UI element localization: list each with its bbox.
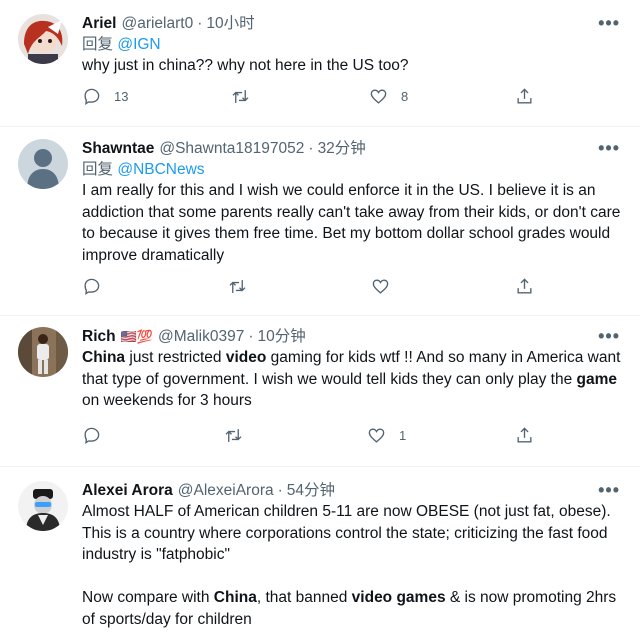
tweet-text-part: on weekends for 3 hours xyxy=(82,392,252,409)
like-icon xyxy=(372,278,389,294)
user-handle[interactable]: @AlexeiArora xyxy=(178,481,274,501)
retweet-icon xyxy=(232,89,249,103)
tweet[interactable]: Shawntae @Shawnta18197052 · 32分钟 回复 @NBC… xyxy=(0,127,640,316)
tweet-text-part: just restricted xyxy=(125,349,226,366)
tweet-text: China just restricted video gaming for k… xyxy=(82,347,628,412)
display-name[interactable]: Rich xyxy=(82,327,116,347)
share-icon xyxy=(517,87,532,104)
more-icon[interactable]: ••• xyxy=(598,327,620,345)
tweet-header: Alexei Arora @AlexeiArora · 54分钟 xyxy=(82,481,628,501)
tweet-text-part: I am really for this and I wish we could… xyxy=(82,182,621,264)
share-icon xyxy=(517,426,532,443)
tweet[interactable]: Ariel @arielart0 · 10小时 回复 @IGN why just… xyxy=(0,0,640,127)
tweet-text: why just in china?? why not here in the … xyxy=(82,55,628,77)
reply-button[interactable]: 13 xyxy=(82,87,128,106)
retweet-button[interactable] xyxy=(228,277,260,296)
user-handle[interactable]: @arielart0 xyxy=(121,14,193,34)
like-icon xyxy=(368,427,385,443)
like-button[interactable] xyxy=(371,277,403,296)
tweet-feed: Ariel @arielart0 · 10小时 回复 @IGN why just… xyxy=(0,0,640,637)
user-handle[interactable]: @Malik0397 xyxy=(158,327,244,347)
tweet-header: Ariel @arielart0 · 10小时 xyxy=(82,14,628,34)
tweet-paragraph: Almost HALF of American children 5-11 ar… xyxy=(82,503,611,563)
reply-mention-link[interactable]: @NBCNews xyxy=(117,161,204,178)
name-emoji: 🇺🇸💯 xyxy=(120,329,153,344)
tweet-text-part: why just in china?? why not here in the … xyxy=(82,57,409,74)
separator: · xyxy=(277,482,283,499)
tweet-paragraph: Now compare with China, that banned vide… xyxy=(82,587,628,630)
reply-label: 回复 xyxy=(82,36,114,53)
like-count: 1 xyxy=(399,427,407,443)
tweet-header: Shawntae @Shawnta18197052 · 32分钟 xyxy=(82,139,628,159)
retweet-button[interactable] xyxy=(231,87,263,106)
retweet-button[interactable] xyxy=(224,426,256,445)
timestamp[interactable]: 32分钟 xyxy=(318,139,366,159)
more-icon[interactable]: ••• xyxy=(598,481,620,499)
timestamp[interactable]: 10小时 xyxy=(206,14,254,34)
timestamp[interactable]: 54分钟 xyxy=(287,481,335,501)
tweet[interactable]: Alexei Arora @AlexeiArora · 54分钟 Almost … xyxy=(0,467,640,637)
like-button[interactable]: 8 xyxy=(369,87,408,106)
share-icon xyxy=(517,277,532,294)
like-icon xyxy=(370,88,387,104)
share-button[interactable] xyxy=(515,87,534,106)
highlight-term: video xyxy=(225,349,267,366)
user-handle[interactable]: @Shawnta18197052 xyxy=(159,139,304,159)
reply-count: 13 xyxy=(114,88,129,104)
separator: · xyxy=(308,140,314,157)
timestamp[interactable]: 10分钟 xyxy=(258,327,306,347)
separator: · xyxy=(197,15,203,32)
reply-icon xyxy=(84,88,100,105)
tweet-header: Rich 🇺🇸💯 @Malik0397 · 10分钟 xyxy=(82,327,628,347)
reply-icon xyxy=(84,278,100,295)
share-button[interactable] xyxy=(515,277,534,296)
tweet[interactable]: Rich 🇺🇸💯 @Malik0397 · 10分钟 China just re… xyxy=(0,316,640,467)
reply-label: 回复 xyxy=(82,161,114,178)
tweet-text: Almost HALF of American children 5-11 ar… xyxy=(82,501,628,630)
display-name[interactable]: Shawntae xyxy=(82,139,154,159)
retweet-icon xyxy=(229,279,246,293)
highlight-term: China xyxy=(213,589,257,606)
more-icon[interactable]: ••• xyxy=(598,139,620,157)
share-button[interactable] xyxy=(515,426,534,445)
reply-icon xyxy=(84,427,100,444)
avatar[interactable] xyxy=(18,327,68,377)
reply-mention-link[interactable]: @IGN xyxy=(117,36,160,53)
separator: · xyxy=(248,328,254,345)
like-button[interactable]: 1 xyxy=(367,426,406,445)
more-icon[interactable]: ••• xyxy=(598,14,620,32)
retweet-icon xyxy=(225,428,242,442)
highlight-term: game xyxy=(576,370,618,388)
avatar[interactable] xyxy=(18,481,68,531)
display-name[interactable]: Ariel xyxy=(82,14,116,34)
reply-button[interactable] xyxy=(82,277,114,296)
reply-button[interactable] xyxy=(82,426,114,445)
tweet-text: I am really for this and I wish we could… xyxy=(82,180,628,266)
tweet-text-part: Now compare with xyxy=(82,589,214,606)
avatar[interactable] xyxy=(18,14,68,64)
display-name[interactable]: Alexei Arora xyxy=(82,481,173,501)
highlight-term: China xyxy=(82,349,126,366)
tweet-text-part: , that banned xyxy=(256,589,352,606)
like-count: 8 xyxy=(401,88,409,104)
reply-context: 回复 @IGN xyxy=(82,34,628,55)
highlight-term: video games xyxy=(351,589,446,606)
avatar[interactable] xyxy=(18,139,68,189)
reply-context: 回复 @NBCNews xyxy=(82,159,628,180)
